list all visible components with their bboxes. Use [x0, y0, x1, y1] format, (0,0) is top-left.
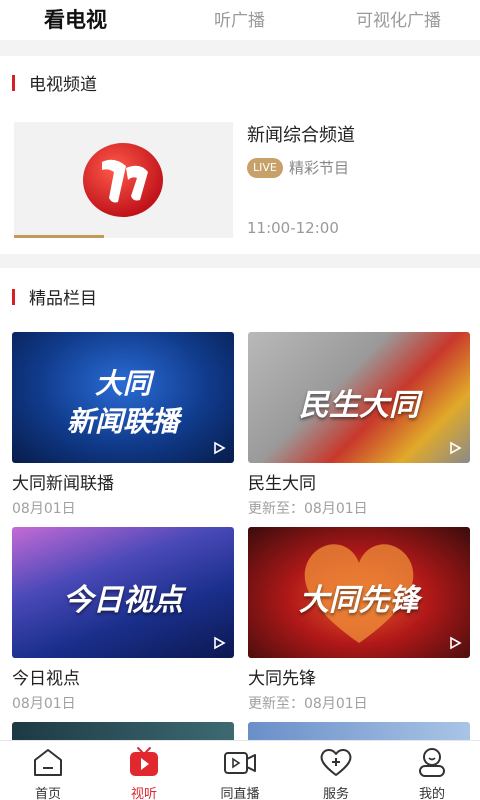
live-badge: LIVE	[247, 158, 283, 178]
section-title: 精品栏目	[29, 289, 97, 309]
play-icon	[214, 636, 226, 650]
program-thumbnail: 今日视点	[12, 527, 234, 658]
program-card[interactable]: 大同 新闻联播 大同新闻联播 08月01日	[12, 332, 234, 518]
program-title: 大同先锋	[248, 669, 316, 689]
thumb-text: 大同	[94, 367, 151, 400]
program-card[interactable]: 今日视点 今日视点 08月01日	[12, 527, 234, 713]
user-icon	[419, 748, 445, 777]
program-title: 今日视点	[12, 669, 80, 689]
nav-label: 我的	[418, 787, 445, 800]
section-title: 电视频道	[29, 75, 97, 95]
channel-logo	[83, 143, 163, 217]
section-marker	[12, 74, 15, 91]
top-tab-bar: 看电视 听广播 可视化广播	[0, 0, 480, 40]
nav-live[interactable]: 同直播	[192, 741, 288, 800]
nav-label: 服务	[322, 787, 349, 800]
nav-label: 首页	[34, 787, 61, 800]
nav-profile[interactable]: 我的	[384, 741, 480, 800]
program-date: 08月01日	[12, 501, 76, 517]
program-card[interactable]: 民生大同 民生大同 更新至：08月01日	[248, 332, 470, 518]
play-icon	[450, 441, 462, 455]
program-card[interactable]: 大同先锋 大同先锋 更新至：08月01日	[248, 527, 470, 713]
home-icon	[34, 749, 62, 776]
program-thumbnail: 大同 新闻联播	[12, 332, 234, 463]
nav-label: 同直播	[220, 787, 260, 800]
program-date: 更新至：08月01日	[248, 696, 368, 712]
nav-service[interactable]: 服务	[288, 741, 384, 800]
program-title: 民生大同	[248, 474, 316, 494]
thumb-text: 今日视点	[63, 583, 183, 618]
program-card-partial[interactable]	[248, 722, 470, 740]
thumb-text: 新闻联播	[66, 405, 179, 438]
bottom-navigation: 首页 视听 同直播 服务 我的	[0, 740, 480, 800]
tab-visual-radio[interactable]: 可视化广播	[356, 6, 441, 31]
program-card-partial[interactable]	[12, 722, 234, 740]
program-date: 更新至：08月01日	[248, 501, 368, 517]
nav-audio-video[interactable]: 视听	[96, 741, 192, 800]
play-icon	[450, 636, 462, 650]
thumb-text: 大同先锋	[299, 583, 419, 618]
section-header: 电视频道	[12, 70, 97, 95]
program-thumbnail: 大同先锋	[248, 527, 470, 658]
thumb-text: 民生大同	[299, 388, 419, 423]
tab-watch-tv[interactable]: 看电视	[44, 4, 107, 34]
nav-home[interactable]: 首页	[0, 741, 96, 800]
heart-plus-icon	[320, 749, 352, 776]
play-icon	[214, 441, 226, 455]
nav-label: 视听	[130, 787, 157, 800]
channel-time: 11:00-12:00	[247, 219, 339, 237]
section-marker	[12, 288, 15, 305]
tab-listen-radio[interactable]: 听广播	[214, 6, 265, 31]
section-header: 精品栏目	[12, 284, 97, 309]
channel-progress-bar	[14, 235, 104, 238]
tv-icon	[130, 747, 158, 776]
channel-program: 精彩节目	[289, 159, 350, 177]
channel-thumbnail[interactable]	[14, 122, 233, 238]
video-camera-icon	[224, 752, 256, 774]
program-title: 大同新闻联播	[12, 474, 114, 494]
program-date: 08月01日	[12, 696, 76, 712]
channel-name[interactable]: 新闻综合频道	[247, 121, 355, 147]
program-thumbnail: 民生大同	[248, 332, 470, 463]
